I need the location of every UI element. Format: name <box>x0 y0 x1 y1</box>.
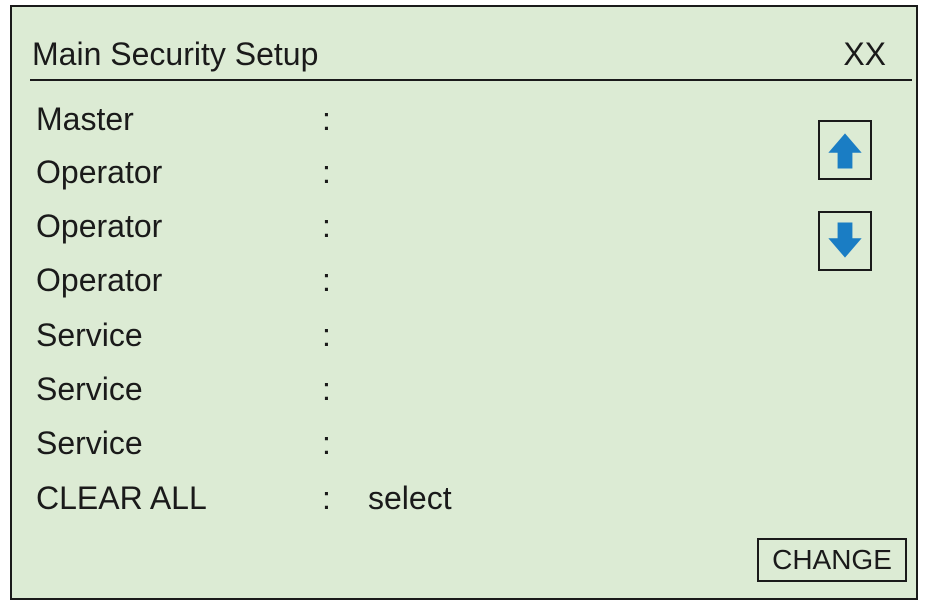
row-label: Service <box>36 371 143 407</box>
row-label: Service <box>36 317 143 353</box>
row-separator: : <box>322 371 331 407</box>
row-label: Operator <box>36 154 163 190</box>
change-button[interactable]: CHANGE <box>757 538 907 582</box>
header-divider <box>30 79 912 81</box>
row-label: CLEAR ALL <box>36 480 207 516</box>
row-label: Operator <box>36 208 163 244</box>
arrow-up-icon <box>828 133 862 169</box>
page-title: Main Security Setup <box>32 36 319 72</box>
row-separator: : <box>322 262 331 298</box>
row-separator: : <box>322 208 331 244</box>
row-label: Service <box>36 425 143 461</box>
row-separator: : <box>322 101 331 137</box>
scroll-up-button[interactable] <box>818 120 872 180</box>
row-label: Operator <box>36 262 163 298</box>
row-separator: : <box>322 425 331 461</box>
security-setup-screen: Main Security Setup XX Master : Operator… <box>10 5 918 600</box>
row-label: Master <box>36 101 134 137</box>
row-separator: : <box>322 317 331 353</box>
scroll-down-button[interactable] <box>818 211 872 271</box>
row-separator: : <box>322 480 331 516</box>
screen-code: XX <box>843 36 886 72</box>
clear-all-select[interactable]: select <box>368 478 452 518</box>
arrow-down-icon <box>828 222 862 258</box>
row-separator: : <box>322 154 331 190</box>
